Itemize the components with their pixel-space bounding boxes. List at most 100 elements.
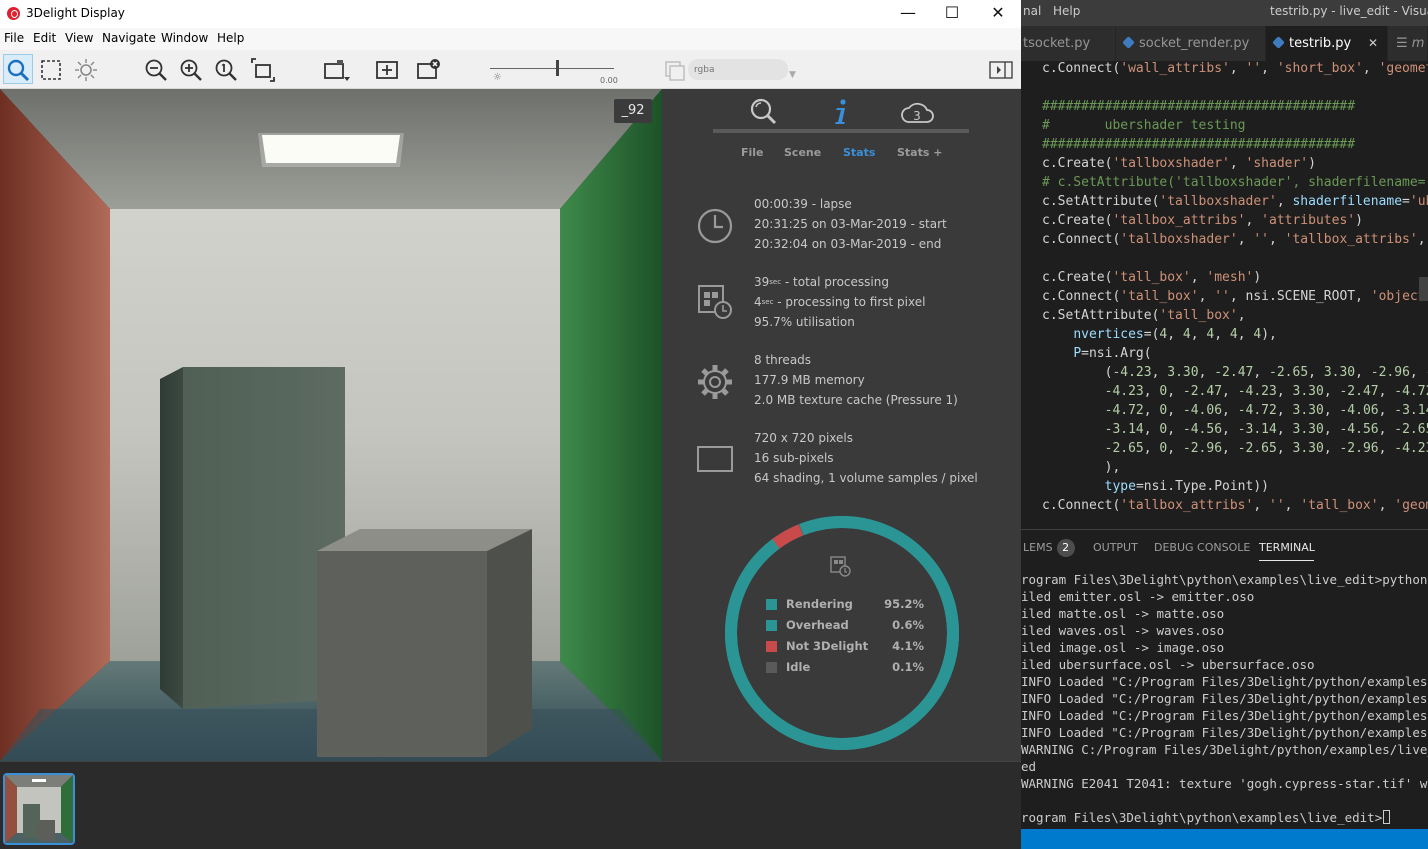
menu-file[interactable]: File bbox=[4, 31, 24, 45]
terminal-line: iled image.osl -> image.oso bbox=[1021, 640, 1225, 655]
menu-navigate[interactable]: Navigate bbox=[102, 31, 156, 45]
code-line: c.Connect('wall_attribs', '', 'short_box… bbox=[1042, 61, 1428, 76]
cloud-3-icon[interactable]: 3 bbox=[900, 95, 934, 129]
code-line: c.SetAttribute('tallboxshader', shaderfi… bbox=[1042, 194, 1428, 209]
light-icon[interactable] bbox=[72, 56, 100, 84]
vscode-title-bar: nal Help testrib.py - live_edit - Visual… bbox=[1021, 0, 1428, 26]
render-thumbnail[interactable] bbox=[3, 773, 75, 845]
channel-dropdown-icon[interactable]: ▼ bbox=[789, 70, 796, 80]
code-line: # ubershader testing bbox=[1042, 118, 1246, 133]
memory: 177.9 MB memory bbox=[754, 373, 865, 387]
tab-file[interactable]: File bbox=[741, 146, 764, 159]
stats-panel: 3 File Scene Stats Stats + 00:00:39 - la… bbox=[662, 89, 1021, 761]
tab-terminal[interactable]: TERMINAL bbox=[1259, 541, 1315, 554]
legend-swatch bbox=[766, 620, 777, 631]
close-button[interactable]: ✕ bbox=[975, 0, 1021, 28]
terminal-line: INFO Loaded "C:/Program Files/3Delight/p… bbox=[1021, 674, 1428, 689]
menu-edit[interactable]: Edit bbox=[33, 31, 56, 45]
editor-scrollbar[interactable] bbox=[1419, 277, 1428, 301]
tab-tsocket[interactable]: tsocket.py bbox=[1021, 26, 1116, 61]
code-line: c.Connect('tallbox_attribs', '', 'tall_b… bbox=[1042, 498, 1428, 513]
gear-icon bbox=[694, 361, 736, 403]
exposure-slider-track[interactable] bbox=[490, 68, 614, 69]
select-icon[interactable] bbox=[4, 56, 32, 84]
resolution: 720 x 720 pixels bbox=[754, 431, 854, 445]
threads: 8 threads bbox=[754, 353, 812, 367]
tab-problems[interactable]: LEMS 2 bbox=[1023, 539, 1075, 557]
code-line: -3.14, 0, -4.56, -3.14, 3.30, -4.56, -2.… bbox=[1104, 422, 1428, 437]
legend-swatch bbox=[766, 662, 777, 673]
toggle-panel-icon[interactable] bbox=[988, 56, 1016, 84]
tab-more[interactable]: ☰ m bbox=[1388, 26, 1428, 61]
time-breakdown-donut bbox=[722, 513, 962, 753]
clock-icon bbox=[694, 205, 736, 247]
toolbar: ☼ 0.00 ▼ bbox=[0, 50, 1021, 89]
code-line: c.Create('tallboxshader', 'shader') bbox=[1042, 156, 1316, 171]
thumbnail-image bbox=[5, 775, 73, 843]
tab-scene[interactable]: Scene bbox=[784, 146, 821, 159]
zoom-1-to-1-icon[interactable] bbox=[212, 56, 240, 84]
minimize-button[interactable]: — bbox=[885, 0, 931, 28]
terminal-line: WARNING E2041 T2041: texture 'gogh.cypre… bbox=[1021, 776, 1428, 791]
zoom-in-icon[interactable] bbox=[177, 56, 205, 84]
legend-swatch bbox=[766, 641, 777, 652]
snapshot-icon[interactable] bbox=[322, 56, 350, 84]
code-line: -4.72, 0, -4.06, -4.72, 3.30, -4.06, -3.… bbox=[1104, 403, 1428, 418]
info-icon[interactable] bbox=[824, 95, 858, 129]
menu-terminal-partial[interactable]: nal bbox=[1023, 4, 1041, 18]
menu-help[interactable]: Help bbox=[1053, 4, 1080, 18]
channel-input[interactable] bbox=[688, 59, 788, 80]
exposure-value: 0.00 bbox=[600, 76, 618, 85]
exposure-slider-handle[interactable] bbox=[556, 60, 559, 76]
vscode-window: nal Help testrib.py - live_edit - Visual… bbox=[1021, 0, 1428, 849]
menu-help[interactable]: Help bbox=[217, 31, 244, 45]
menu-window[interactable]: Window bbox=[161, 31, 208, 45]
tab-debug-console[interactable]: DEBUG CONSOLE bbox=[1154, 541, 1250, 554]
code-editor[interactable]: c.Connect('wall_attribs', '', 'short_box… bbox=[1021, 61, 1428, 529]
terminal-line: WARNING C:/Program Files/3Delight/python… bbox=[1021, 742, 1428, 757]
editor-tabs: tsocket.py socket_render.py testrib.py ✕ … bbox=[1021, 26, 1428, 61]
tab-bar-line bbox=[713, 129, 969, 133]
tab-testrib[interactable]: testrib.py ✕ bbox=[1266, 26, 1388, 61]
terminal-line: iled emitter.osl -> emitter.oso bbox=[1021, 589, 1255, 604]
terminal-line: ed bbox=[1021, 759, 1037, 774]
terminal-panel: LEMS 2 OUTPUT DEBUG CONSOLE TERMINAL rogr… bbox=[1021, 529, 1428, 829]
legend-not-3delight: Not 3Delight 4.1% bbox=[766, 638, 924, 654]
code-line: (-4.23, 3.30, -2.47, -2.65, 3.30, -2.96,… bbox=[1042, 365, 1428, 380]
tab-socket-render[interactable]: socket_render.py bbox=[1116, 26, 1266, 61]
maximize-button[interactable]: ☐ bbox=[929, 0, 975, 28]
add-image-icon[interactable] bbox=[374, 56, 402, 84]
magnifier-icon[interactable] bbox=[746, 95, 780, 129]
tab-stats[interactable]: Stats bbox=[843, 146, 875, 159]
terminal-line: INFO Loaded "C:/Program Files/3Delight/p… bbox=[1021, 725, 1428, 740]
tab-output[interactable]: OUTPUT bbox=[1093, 541, 1138, 554]
processing-time-icon bbox=[694, 281, 736, 323]
cornell-box-render bbox=[0, 89, 662, 761]
donut-svg bbox=[725, 516, 959, 750]
vscode-window-title: testrib.py - live_edit - Visual St bbox=[1270, 4, 1428, 18]
svg-text:3: 3 bbox=[913, 109, 921, 123]
utilisation: 95.7% utilisation bbox=[754, 315, 855, 329]
region-select-icon[interactable] bbox=[37, 56, 65, 84]
code-line: c.Create('tallbox_attribs', 'attributes'… bbox=[1042, 213, 1363, 228]
legend-overhead: Overhead 0.6% bbox=[766, 617, 924, 633]
remove-image-icon[interactable] bbox=[415, 56, 443, 84]
code-line: c.SetAttribute('tall_box', bbox=[1042, 308, 1246, 323]
status-bar bbox=[1021, 829, 1428, 849]
start-time: 20:31:25 on 03-Mar-2019 - start bbox=[754, 217, 947, 231]
terminal-line: iled matte.osl -> matte.oso bbox=[1021, 606, 1225, 621]
terminal-line: iled ubersurface.osl -> ubersurface.oso bbox=[1021, 657, 1315, 672]
tab-close-icon[interactable]: ✕ bbox=[1368, 26, 1378, 61]
zoom-out-icon[interactable] bbox=[142, 56, 170, 84]
render-viewport[interactable]: _92 bbox=[0, 89, 662, 761]
legend-rendering: Rendering 95.2% bbox=[766, 596, 924, 612]
terminal-line: INFO Loaded "C:/Program Files/3Delight/p… bbox=[1021, 708, 1428, 723]
terminal-cursor bbox=[1383, 810, 1391, 824]
python-file-icon bbox=[1272, 36, 1285, 49]
terminal-line: rogram Files\3Delight\python\examples\li… bbox=[1021, 572, 1428, 587]
layers-icon bbox=[662, 56, 690, 84]
active-tab-underline bbox=[1259, 560, 1314, 561]
menu-view[interactable]: View bbox=[65, 31, 93, 45]
fit-frame-icon[interactable] bbox=[249, 56, 277, 84]
tab-stats-plus[interactable]: Stats + bbox=[897, 146, 942, 159]
